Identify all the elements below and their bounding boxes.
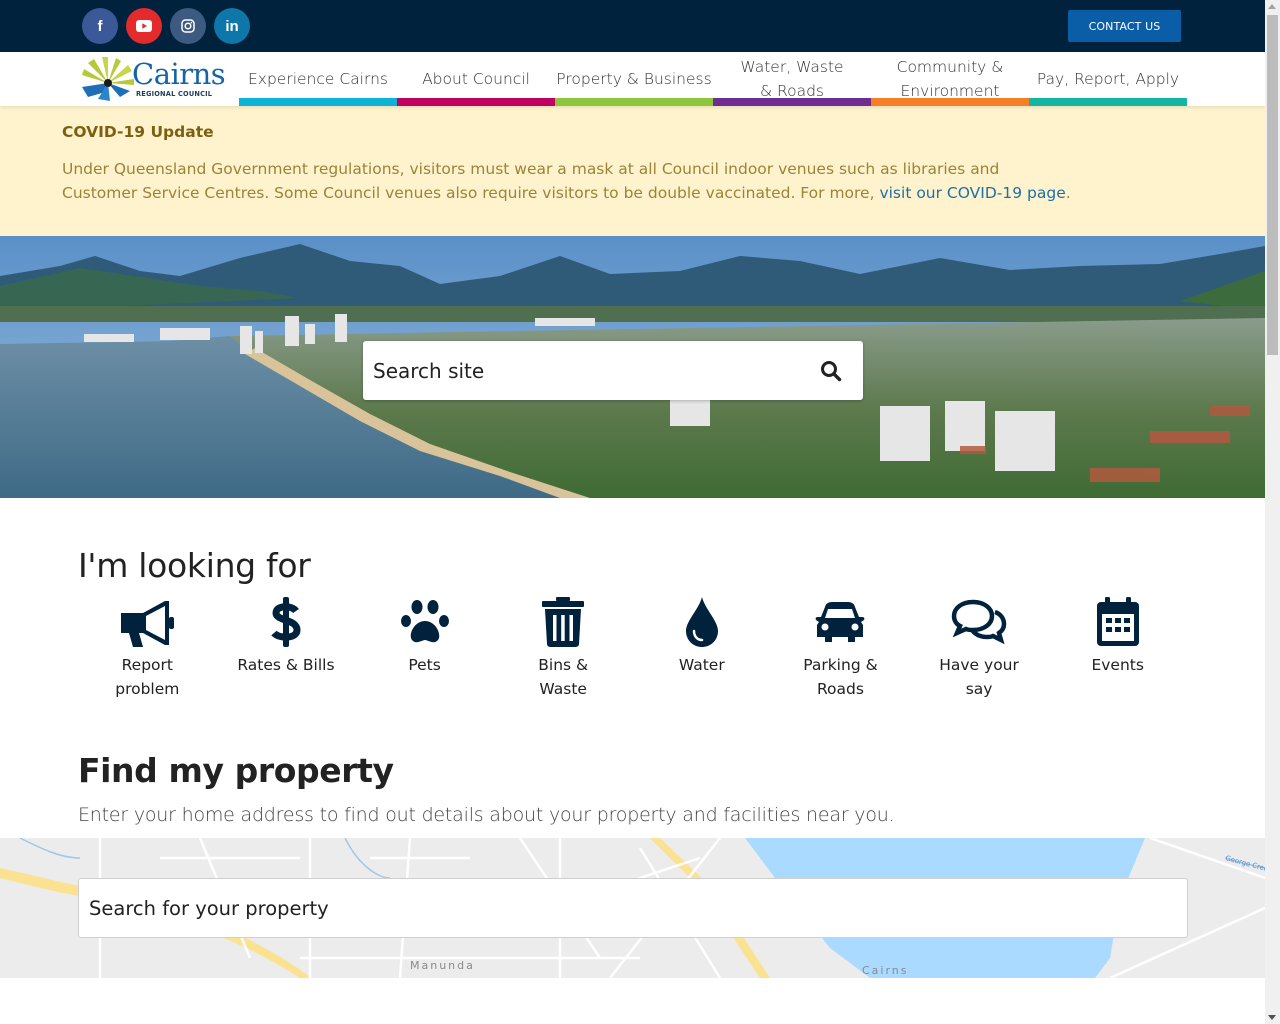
- scroll-down-arrow-icon[interactable]: [1268, 1015, 1276, 1020]
- quick-link-events[interactable]: Events: [1048, 597, 1187, 701]
- contact-us-button[interactable]: CONTACT US: [1068, 10, 1181, 42]
- quick-link-report-problem[interactable]: Report problem: [78, 597, 217, 701]
- nav-item-experience-cairns[interactable]: Experience Cairns: [239, 52, 397, 106]
- comments-icon: [910, 597, 1049, 647]
- nav-item-community-environment[interactable]: Community & Environment: [871, 52, 1029, 106]
- page: f in CONTACT US Cairns REGIONAL COUNCIL …: [0, 0, 1265, 1024]
- hero-banner: Search site: [0, 236, 1265, 498]
- map-label-manunda: Manunda: [410, 959, 475, 972]
- nav-color-bar: [1029, 98, 1187, 106]
- find-property-section: Find my property Enter your home address…: [0, 701, 1265, 826]
- youtube-icon[interactable]: [126, 8, 162, 44]
- quick-link-water[interactable]: Water: [633, 597, 772, 701]
- nav-color-bar: [397, 98, 555, 106]
- quick-link-parking-roads[interactable]: Parking & Roads: [771, 597, 910, 701]
- nav-item-water-waste-roads[interactable]: Water, Waste & Roads: [713, 52, 871, 106]
- looking-for-section: I'm looking for Report problem Rates & B…: [0, 498, 1265, 701]
- water-drop-icon: [633, 597, 772, 647]
- find-property-description: Enter your home address to find out deta…: [78, 804, 895, 826]
- covid-alert: COVID-19 Update Under Queensland Governm…: [0, 106, 1265, 236]
- property-search-input[interactable]: Search for your property: [78, 878, 1188, 938]
- quick-link-pets[interactable]: Pets: [355, 597, 494, 701]
- scrollbar-thumb[interactable]: [1267, 15, 1278, 355]
- quick-link-bins-waste[interactable]: Bins & Waste: [494, 597, 633, 701]
- paw-icon: [355, 597, 494, 647]
- site-search-placeholder: Search site: [373, 358, 485, 383]
- nav-menu: Experience Cairns About Council Property…: [239, 52, 1187, 106]
- dollar-icon: [217, 597, 356, 647]
- logo-wordmark: Cairns: [132, 57, 226, 91]
- find-property-heading: Find my property: [78, 751, 394, 790]
- top-bar: f in CONTACT US: [0, 0, 1265, 52]
- alert-title: COVID-19 Update: [62, 123, 214, 141]
- property-map[interactable]: Manunda Cairns George Creek Search for y…: [0, 838, 1265, 978]
- logo-subtitle: REGIONAL COUNCIL: [136, 90, 213, 98]
- nav-color-bar: [239, 98, 397, 106]
- megaphone-icon: [78, 597, 217, 647]
- page-scrollbar[interactable]: [1265, 0, 1280, 1024]
- social-links: f in: [82, 8, 250, 44]
- logo-emblem-icon: [82, 57, 134, 101]
- property-search-placeholder: Search for your property: [89, 896, 329, 920]
- instagram-icon[interactable]: [170, 8, 206, 44]
- site-search-input[interactable]: Search site: [363, 341, 863, 400]
- nav-color-bar: [555, 98, 713, 106]
- covid-page-link[interactable]: visit our COVID-19 page: [879, 184, 1065, 202]
- search-icon[interactable]: [819, 359, 843, 383]
- car-icon: [771, 597, 910, 647]
- trash-icon: [494, 597, 633, 647]
- map-label-cairns: Cairns: [862, 964, 909, 977]
- alert-text: Under Queensland Government regulations,…: [62, 160, 1071, 202]
- scroll-up-arrow-icon[interactable]: [1268, 4, 1276, 9]
- nav-color-bar: [871, 98, 1029, 106]
- nav-item-pay-report-apply[interactable]: Pay, Report, Apply: [1029, 52, 1187, 106]
- nav-item-about-council[interactable]: About Council: [397, 52, 555, 106]
- linkedin-icon[interactable]: in: [214, 8, 250, 44]
- quick-link-have-your-say[interactable]: Have your say: [910, 597, 1049, 701]
- main-navigation: Cairns REGIONAL COUNCIL Experience Cairn…: [0, 52, 1265, 106]
- calendar-icon: [1048, 597, 1187, 647]
- nav-item-property-business[interactable]: Property & Business: [555, 52, 713, 106]
- cairns-logo[interactable]: Cairns REGIONAL COUNCIL: [80, 57, 226, 103]
- facebook-icon[interactable]: f: [82, 8, 118, 44]
- quick-links: Report problem Rates & Bills Pets Bins &…: [78, 597, 1187, 701]
- nav-color-bar: [713, 98, 871, 106]
- looking-for-heading: I'm looking for: [78, 546, 311, 585]
- quick-link-rates-bills[interactable]: Rates & Bills: [217, 597, 356, 701]
